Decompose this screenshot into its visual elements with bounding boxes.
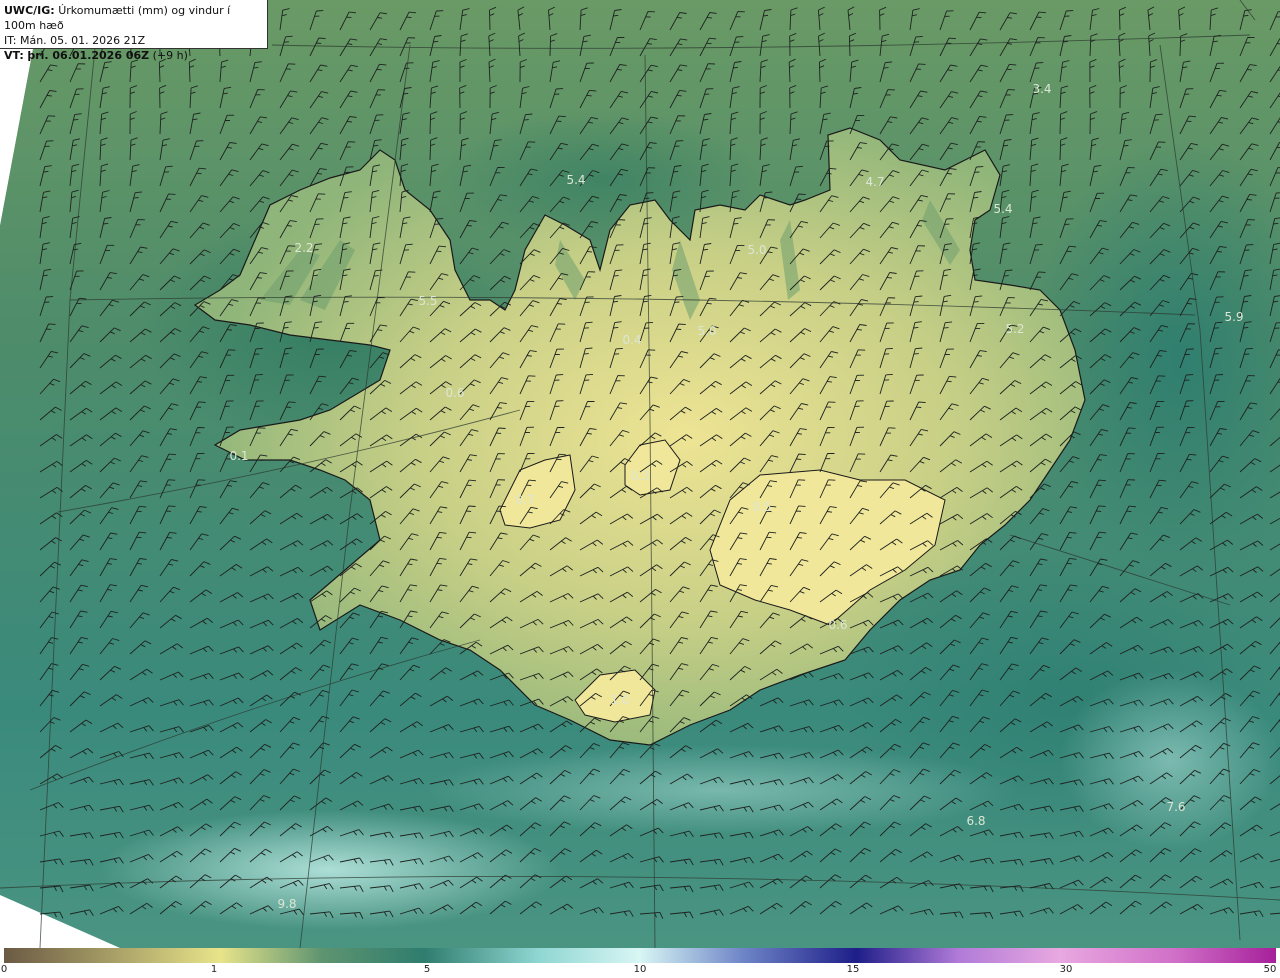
value-label: 0.5 — [752, 500, 772, 514]
cyan-band-east — [1060, 670, 1280, 850]
colorbar-tick: 50 — [1263, 964, 1277, 975]
colorbar-tick: 30 — [1059, 964, 1073, 975]
issue-time: IT: Mán. 05. 01. 2026 21Z — [4, 34, 146, 47]
value-label: 0.6 — [445, 386, 465, 400]
value-label: 3.4 — [1032, 82, 1052, 96]
value-label: 5.0 — [697, 324, 717, 338]
lead-time: (+9 h) — [152, 49, 188, 62]
value-label: 1.0 — [610, 693, 630, 707]
valid-time: þri. 06.01.2026 06Z — [27, 49, 150, 62]
value-label: 5.5 — [418, 294, 438, 308]
value-label: 0.7 — [515, 493, 535, 507]
colorbar-tick: 5 — [423, 964, 431, 975]
value-label: 5.2 — [1005, 322, 1025, 336]
product-name: UWC/IG: — [4, 4, 55, 17]
value-label: 9.8 — [277, 897, 297, 911]
colorbar-tick: 10 — [633, 964, 647, 975]
value-label: 5.4 — [566, 173, 586, 187]
title-line-valid: VT: þri. 06.01.2026 06Z (+9 h) — [4, 48, 263, 63]
value-label: 0.1 — [229, 449, 249, 463]
map-title-box: UWC/IG: Úrkomumætti (mm) og vindur í 100… — [0, 0, 268, 62]
value-label: 5.4 — [993, 202, 1013, 216]
value-label: 6.8 — [966, 814, 986, 828]
cyan-band-mid — [420, 745, 1020, 835]
value-label: 0.4 — [622, 333, 642, 347]
colorbar: 0 1 5 10 15 30 50 — [0, 948, 1280, 978]
colorbar-tick: 15 — [846, 964, 860, 975]
title-line-product: UWC/IG: Úrkomumætti (mm) og vindur í 100… — [4, 3, 263, 33]
value-label: 5.0 — [747, 243, 767, 257]
value-label: 0.6 — [828, 618, 848, 632]
colorbar-tick: 0 — [0, 964, 8, 975]
valid-prefix: VT: — [4, 49, 24, 62]
colorbar-tick: 1 — [210, 964, 218, 975]
value-label: 4.7 — [865, 175, 885, 189]
colorbar-strip — [4, 948, 1276, 963]
value-label: 2.2 — [294, 241, 314, 255]
value-label: 5.9 — [1224, 310, 1244, 324]
value-label: 0.3 — [630, 469, 650, 483]
value-label: 7.6 — [1166, 800, 1186, 814]
